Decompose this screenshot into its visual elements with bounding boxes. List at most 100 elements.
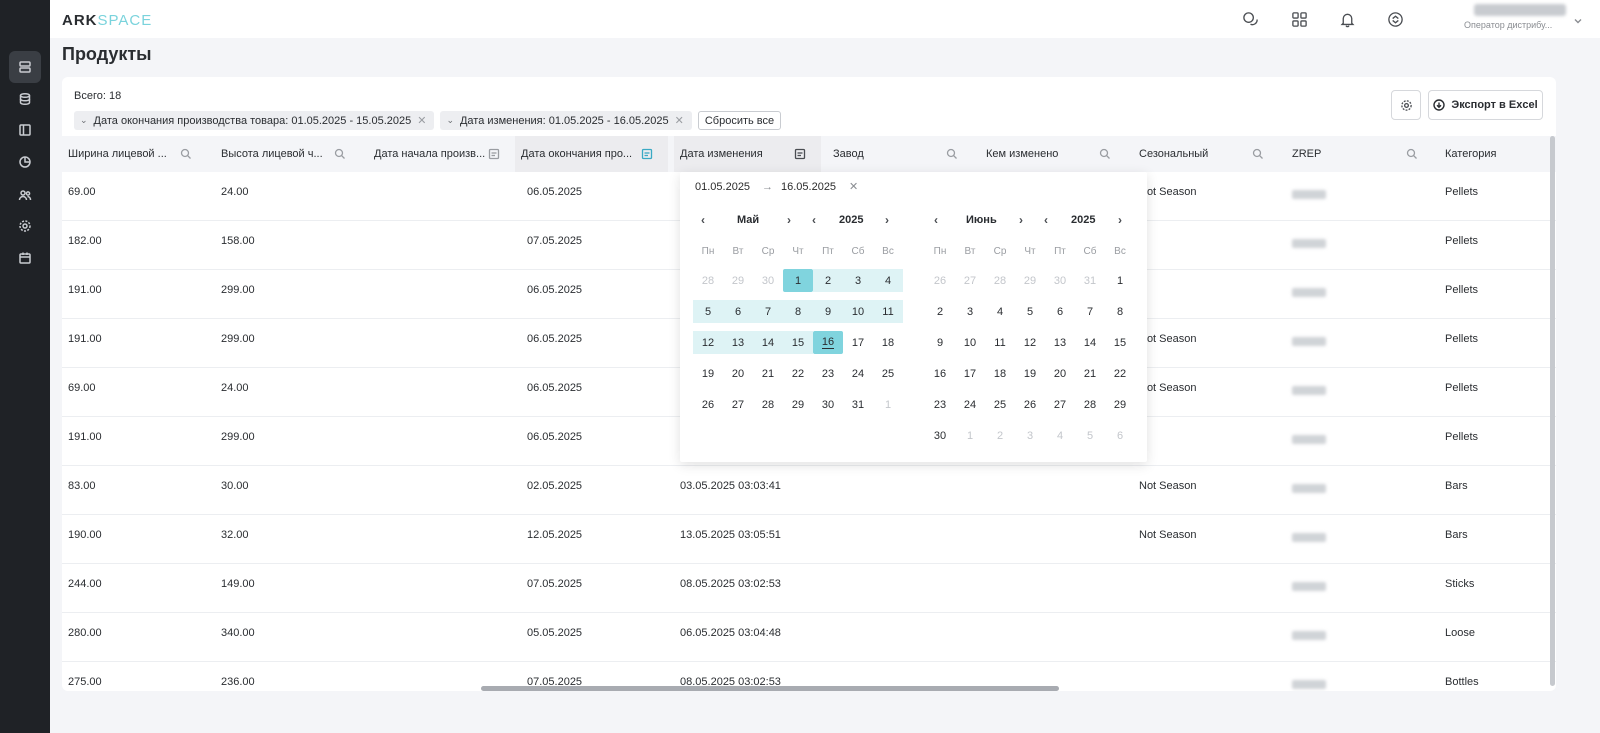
calendar-day[interactable]: 18	[985, 362, 1015, 385]
calendar-day[interactable]: 4	[873, 269, 903, 292]
calendar-filter-icon[interactable]	[794, 148, 806, 160]
calendar-day[interactable]: 19	[693, 362, 723, 385]
calendar-day[interactable]: 10	[955, 331, 985, 354]
calendar-day[interactable]: 30	[1045, 269, 1075, 292]
close-icon[interactable]: ✕	[675, 114, 684, 127]
table-row[interactable]: 190.00 32.00 12.05.2025 13.05.2025 03:05…	[62, 515, 1556, 564]
table-row[interactable]: 280.00 340.00 05.05.2025 06.05.2025 03:0…	[62, 613, 1556, 662]
calendar-day[interactable]: 28	[985, 269, 1015, 292]
calendar-day[interactable]: 11	[873, 300, 903, 323]
calendar-day[interactable]: 30	[753, 269, 783, 292]
search-icon[interactable]	[334, 148, 346, 160]
calendar-day[interactable]: 3	[843, 269, 873, 292]
column-header-seasonal[interactable]: Сезональный	[1133, 136, 1286, 172]
column-header-category[interactable]: Категория	[1439, 136, 1549, 172]
calendar-day[interactable]: 12	[1015, 331, 1045, 354]
calendar-day[interactable]: 22	[1105, 362, 1135, 385]
column-header-plant[interactable]: Завод	[827, 136, 980, 172]
calendar-day[interactable]: 15	[1105, 331, 1135, 354]
column-header-start-date[interactable]: Дата начала произв...	[368, 136, 521, 172]
user-menu[interactable]: Оператор дистрибу...	[1464, 4, 1574, 30]
calendar-day[interactable]: 29	[1015, 269, 1045, 292]
prev-year-icon[interactable]: ‹	[1044, 213, 1048, 227]
sync-button[interactable]	[1385, 9, 1405, 29]
calendar-day[interactable]: 1	[783, 269, 813, 292]
search-icon[interactable]	[1252, 148, 1264, 160]
calendar-day[interactable]: 6	[1105, 424, 1135, 447]
calendar-day[interactable]: 27	[1045, 393, 1075, 416]
calendar-day[interactable]: 10	[843, 300, 873, 323]
calendar-day[interactable]: 28	[1075, 393, 1105, 416]
calendar-day[interactable]: 5	[693, 300, 723, 323]
next-year-icon[interactable]: ›	[1118, 213, 1122, 227]
search-icon[interactable]	[946, 148, 958, 160]
calendar-day[interactable]: 5	[1075, 424, 1105, 447]
sidebar-item-products[interactable]	[9, 51, 41, 83]
calendar-day[interactable]: 7	[1075, 300, 1105, 323]
close-icon[interactable]: ✕	[417, 114, 426, 127]
prev-year-icon[interactable]: ‹	[812, 213, 816, 227]
sidebar-item-calendar[interactable]	[9, 242, 41, 274]
search-icon[interactable]	[1406, 148, 1418, 160]
left-month-label[interactable]: Май	[737, 211, 759, 229]
calendar-day[interactable]: 28	[693, 269, 723, 292]
sidebar-item-analytics[interactable]	[9, 146, 41, 178]
calendar-day[interactable]: 8	[783, 300, 813, 323]
sidebar-item-database[interactable]	[9, 83, 41, 115]
next-month-icon[interactable]: ›	[787, 213, 791, 227]
calendar-day[interactable]: 3	[955, 300, 985, 323]
column-header-width[interactable]: Ширина лицевой ...	[62, 136, 215, 172]
calendar-day[interactable]: 31	[1075, 269, 1105, 292]
range-end-input[interactable]: 16.05.2025	[781, 181, 836, 193]
calendar-day[interactable]: 15	[783, 331, 813, 354]
prev-month-icon[interactable]: ‹	[934, 213, 938, 227]
calendar-day[interactable]: 13	[1045, 331, 1075, 354]
column-header-changed-date[interactable]: Дата изменения	[674, 136, 821, 172]
calendar-day[interactable]: 6	[723, 300, 753, 323]
search-icon[interactable]	[1099, 148, 1111, 160]
calendar-day[interactable]: 27	[955, 269, 985, 292]
horizontal-scrollbar[interactable]	[481, 686, 1059, 691]
calendar-day[interactable]: 31	[843, 393, 873, 416]
calendar-day[interactable]: 6	[1045, 300, 1075, 323]
calendar-day[interactable]: 30	[925, 424, 955, 447]
apps-button[interactable]	[1289, 9, 1309, 29]
calendar-day[interactable]: 17	[955, 362, 985, 385]
calendar-day[interactable]: 26	[1015, 393, 1045, 416]
vertical-scrollbar[interactable]	[1550, 136, 1555, 686]
sidebar-item-layout[interactable]	[9, 114, 41, 146]
calendar-day[interactable]: 13	[723, 331, 753, 354]
calendar-day[interactable]: 16	[925, 362, 955, 385]
close-icon[interactable]: ✕	[849, 180, 858, 193]
table-settings-button[interactable]	[1391, 90, 1421, 120]
calendar-day[interactable]: 27	[723, 393, 753, 416]
filter-chip-end-date[interactable]: ⌄ Дата окончания производства товара: 01…	[74, 111, 435, 130]
calendar-day[interactable]: 4	[985, 300, 1015, 323]
column-header-end-date[interactable]: Дата окончания про...	[515, 136, 668, 172]
sidebar-item-users[interactable]	[9, 179, 41, 211]
calendar-day[interactable]: 4	[1045, 424, 1075, 447]
calendar-day[interactable]: 2	[985, 424, 1015, 447]
calendar-day[interactable]: 5	[1015, 300, 1045, 323]
calendar-day[interactable]: 2	[925, 300, 955, 323]
calendar-day[interactable]: 25	[873, 362, 903, 385]
calendar-day[interactable]: 28	[753, 393, 783, 416]
calendar-day[interactable]: 24	[955, 393, 985, 416]
calendar-day[interactable]: 12	[693, 331, 723, 354]
chevron-down-icon[interactable]	[1573, 13, 1583, 24]
calendar-day[interactable]: 1	[1105, 269, 1135, 292]
calendar-filter-icon[interactable]	[488, 148, 500, 160]
export-excel-button[interactable]: Экспорт в Excel	[1428, 90, 1543, 120]
table-row[interactable]: 244.00 149.00 07.05.2025 08.05.2025 03:0…	[62, 564, 1556, 613]
left-year-label[interactable]: 2025	[839, 211, 863, 229]
filter-chip-change-date[interactable]: ⌄ Дата изменения: 01.05.2025 - 16.05.202…	[440, 111, 692, 130]
logo[interactable]: ARKSPACE	[62, 12, 152, 29]
reset-all-button[interactable]: Сбросить все	[697, 111, 782, 130]
calendar-day[interactable]: 1	[955, 424, 985, 447]
calendar-day[interactable]: 25	[985, 393, 1015, 416]
calendar-day[interactable]: 29	[783, 393, 813, 416]
prev-month-icon[interactable]: ‹	[701, 213, 705, 227]
calendar-day[interactable]: 9	[925, 331, 955, 354]
range-start-input[interactable]: 01.05.2025	[695, 181, 750, 193]
notifications-button[interactable]	[1337, 9, 1357, 29]
